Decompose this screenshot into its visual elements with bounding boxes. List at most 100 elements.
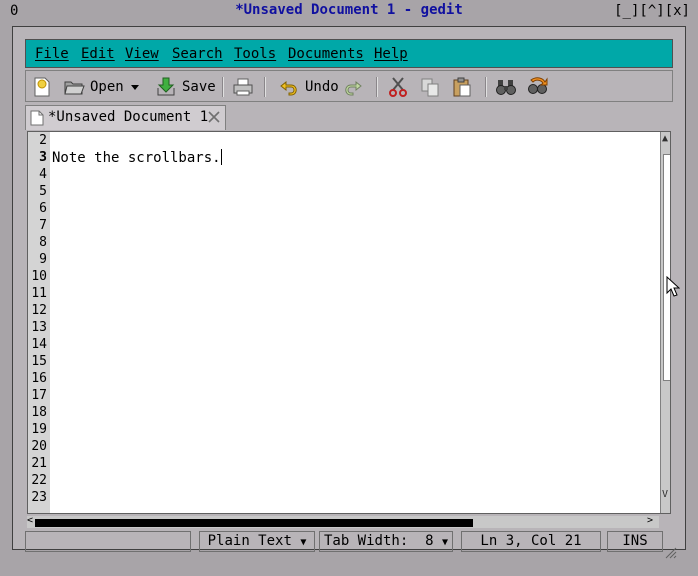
undo-button[interactable]: Undo bbox=[278, 75, 339, 99]
vertical-scroll-thumb[interactable] bbox=[663, 154, 670, 381]
line-number-gutter: 2 3 4 5 6 7 8 9 10 11 12 13 14 15 16 17 18 19 20 21 22 23 bbox=[28, 132, 50, 513]
copy-button[interactable] bbox=[419, 75, 441, 99]
menu-tools[interactable]: Tools bbox=[234, 46, 276, 62]
scroll-up-arrow-icon[interactable]: ▲ bbox=[662, 134, 668, 144]
insert-mode: INS bbox=[607, 531, 663, 552]
toolbar: Open Save Undo bbox=[25, 70, 673, 102]
scroll-left-arrow-icon[interactable]: < bbox=[27, 516, 33, 526]
app-window: File Edit View Search Tools Documents He… bbox=[12, 26, 686, 559]
insert-mode-value: INS bbox=[622, 533, 648, 549]
print-button[interactable] bbox=[232, 75, 254, 99]
line-number: 23 bbox=[31, 490, 47, 505]
open-recent-dropdown[interactable] bbox=[130, 75, 140, 99]
find-button[interactable] bbox=[495, 75, 517, 99]
line-text: Note the scrollbars. bbox=[52, 150, 221, 166]
line-number: 21 bbox=[31, 456, 47, 471]
menu-view[interactable]: View bbox=[125, 46, 159, 62]
chevron-down-icon bbox=[131, 85, 139, 90]
line-number: 16 bbox=[31, 371, 47, 386]
cursor-position-value: Ln 3, Col 21 bbox=[480, 533, 582, 549]
close-tab-icon[interactable] bbox=[208, 111, 220, 123]
line-number: 13 bbox=[31, 320, 47, 335]
printer-icon bbox=[233, 78, 253, 96]
horizontal-scroll-thumb[interactable] bbox=[35, 519, 473, 527]
menu-file[interactable]: File bbox=[35, 46, 69, 62]
editor-line-current[interactable]: Note the scrollbars. bbox=[52, 149, 222, 167]
language-dropdown[interactable]: Plain Text ▼ bbox=[199, 531, 315, 552]
open-folder-icon bbox=[64, 81, 85, 95]
tab-width-value: Tab Width: 8 bbox=[323, 533, 434, 549]
menu-documents[interactable]: Documents bbox=[288, 46, 364, 62]
undo-label: Undo bbox=[305, 79, 339, 95]
mouse-pointer-icon bbox=[666, 276, 680, 297]
scroll-down-arrow-icon[interactable]: V bbox=[662, 490, 668, 500]
line-number: 11 bbox=[31, 286, 47, 301]
toolbar-separator bbox=[485, 77, 487, 97]
copy-icon bbox=[421, 78, 439, 97]
line-number: 12 bbox=[31, 303, 47, 318]
menubar: File Edit View Search Tools Documents He… bbox=[25, 39, 673, 68]
find-replace-button[interactable] bbox=[527, 75, 549, 99]
line-number: 6 bbox=[39, 201, 47, 216]
tab-width-dropdown[interactable]: Tab Width: 8 ▼ bbox=[319, 531, 453, 552]
undo-icon bbox=[280, 80, 297, 96]
save-button[interactable]: Save bbox=[155, 75, 216, 99]
language-value: Plain Text bbox=[207, 533, 292, 549]
paste-icon bbox=[453, 77, 471, 97]
line-number: 20 bbox=[31, 439, 47, 454]
document-icon bbox=[30, 110, 44, 126]
menu-edit[interactable]: Edit bbox=[81, 46, 115, 62]
minimize-button[interactable]: [_] bbox=[614, 3, 639, 19]
vertical-scrollbar[interactable]: ▲ V bbox=[660, 132, 670, 513]
line-number: 2 bbox=[39, 133, 47, 148]
app-content: File Edit View Search Tools Documents He… bbox=[25, 39, 677, 559]
chevron-down-icon: ▼ bbox=[441, 537, 449, 548]
window-title: *Unsaved Document 1 - gedit bbox=[235, 2, 463, 18]
chevron-down-icon: ▼ bbox=[300, 537, 307, 548]
maximize-button[interactable]: [^] bbox=[639, 3, 664, 19]
line-number: 7 bbox=[39, 218, 47, 233]
line-number: 22 bbox=[31, 473, 47, 488]
line-number: 17 bbox=[31, 388, 47, 403]
paste-button[interactable] bbox=[451, 75, 473, 99]
new-document-icon bbox=[34, 77, 50, 97]
tab-unsaved-document-1[interactable]: *Unsaved Document 1 bbox=[25, 105, 226, 130]
scissors-icon bbox=[389, 77, 407, 97]
tab-label: *Unsaved Document 1 bbox=[48, 109, 209, 125]
toolbar-separator bbox=[264, 77, 266, 97]
redo-button[interactable] bbox=[342, 75, 364, 99]
status-message bbox=[25, 531, 191, 552]
resize-grip-icon[interactable] bbox=[663, 545, 677, 559]
horizontal-scrollbar[interactable]: < > bbox=[27, 516, 659, 528]
line-number: 5 bbox=[39, 184, 47, 199]
line-number: 19 bbox=[31, 422, 47, 437]
statusbar: Plain Text ▼ Tab Width: 8 ▼ Ln 3, Col 21… bbox=[25, 531, 677, 559]
open-button[interactable]: Open bbox=[63, 75, 124, 99]
toolbar-separator bbox=[376, 77, 378, 97]
cut-button[interactable] bbox=[387, 75, 409, 99]
line-number: 3 bbox=[39, 150, 47, 165]
window-controls: [_][^][x] bbox=[614, 3, 690, 19]
save-icon bbox=[157, 77, 175, 96]
find-replace-icon bbox=[528, 77, 548, 94]
text-editor[interactable]: 2 3 4 5 6 7 8 9 10 11 12 13 14 15 16 17 18 19 20 21 22 23 Not… bbox=[27, 131, 671, 514]
line-number: 4 bbox=[39, 167, 47, 182]
line-number: 14 bbox=[31, 337, 47, 352]
binoculars-icon bbox=[496, 80, 516, 95]
text-caret bbox=[220, 149, 222, 165]
close-window-button[interactable]: [x] bbox=[665, 3, 690, 19]
line-number: 15 bbox=[31, 354, 47, 369]
menu-search[interactable]: Search bbox=[172, 46, 223, 62]
redo-icon bbox=[345, 80, 362, 96]
menu-help[interactable]: Help bbox=[374, 46, 408, 62]
new-button[interactable] bbox=[31, 75, 53, 99]
cursor-position: Ln 3, Col 21 bbox=[461, 531, 601, 552]
window-titlebar[interactable]: 0 *Unsaved Document 1 - gedit [_][^][x] bbox=[0, 0, 698, 24]
line-number: 10 bbox=[31, 269, 47, 284]
line-number: 9 bbox=[39, 252, 47, 267]
line-number: 18 bbox=[31, 405, 47, 420]
scroll-right-arrow-icon[interactable]: > bbox=[647, 516, 653, 526]
toolbar-separator bbox=[222, 77, 224, 97]
line-number: 8 bbox=[39, 235, 47, 250]
save-label: Save bbox=[182, 79, 216, 95]
